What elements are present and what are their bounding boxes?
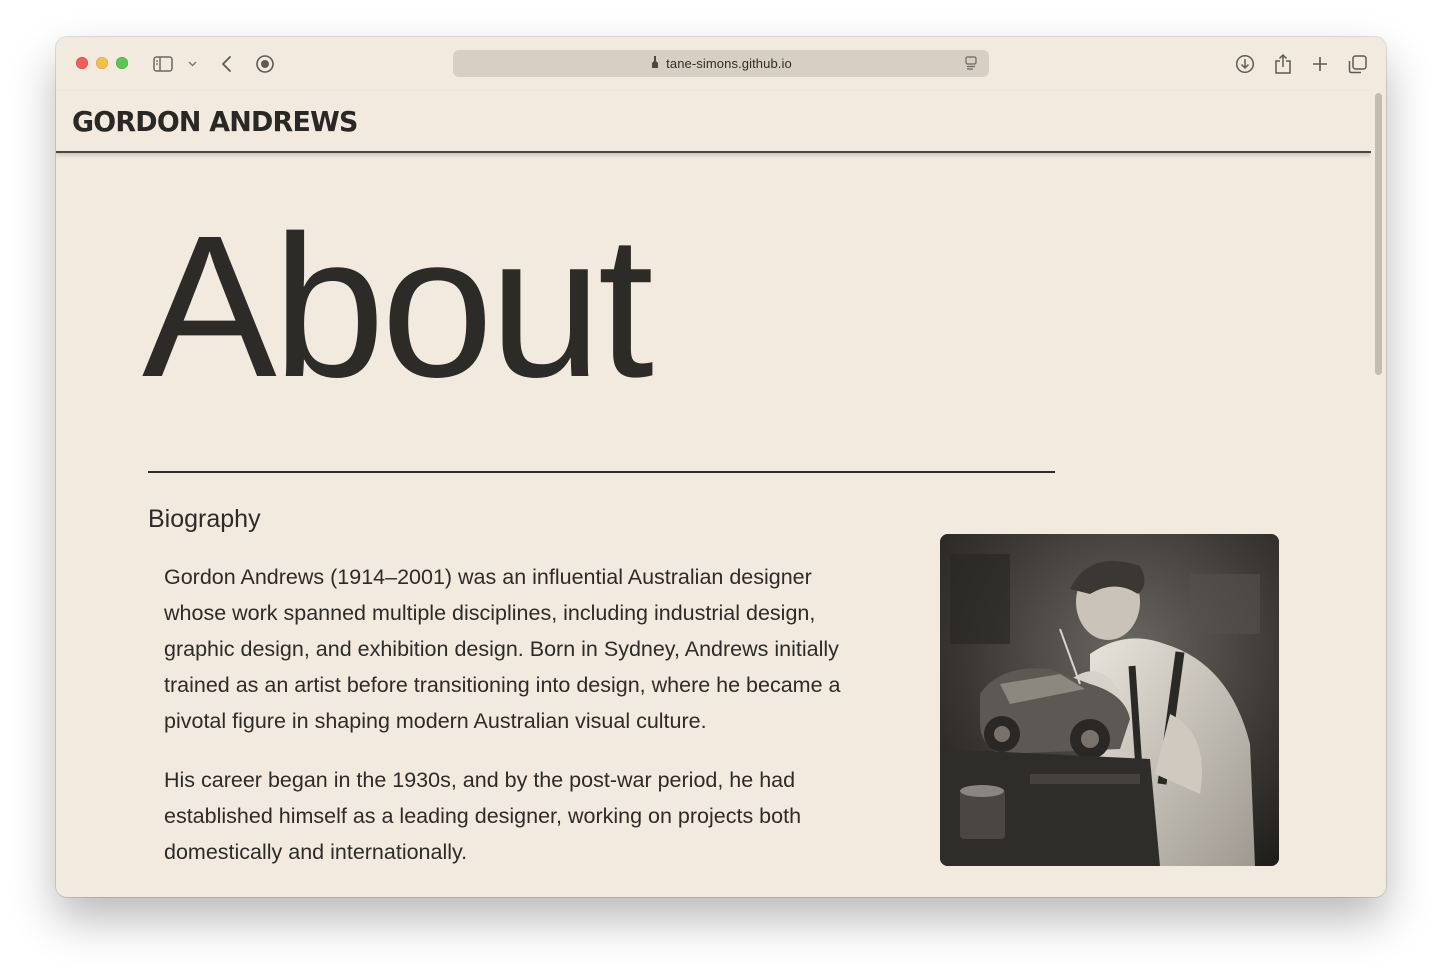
- share-icon[interactable]: [1272, 52, 1294, 76]
- site-brand-link[interactable]: GORDON ANDREWS: [72, 105, 358, 138]
- back-icon[interactable]: [216, 53, 236, 75]
- bio-paragraph: Gordon Andrews (1914–2001) was an influe…: [164, 565, 841, 733]
- sidebar-icon[interactable]: [152, 54, 174, 74]
- browser-toolbar: tane-simons.github.io: [56, 37, 1386, 91]
- biography-text: Gordon Andrews (1914–2001) was an influe…: [164, 559, 864, 893]
- page-content: About Biography Gordon Andrews (1914–200…: [56, 153, 1371, 897]
- privacy-report-icon[interactable]: [254, 53, 276, 75]
- browser-window: tane-simons.github.io GORDON ANDREWS Abo…: [56, 37, 1386, 897]
- bio-paragraph: His career began in the 1930s, and by th…: [164, 768, 802, 864]
- title-divider: [148, 471, 1055, 473]
- address-bar[interactable]: tane-simons.github.io: [453, 50, 989, 77]
- section-heading: Biography: [148, 505, 261, 533]
- page-title: About: [142, 193, 654, 419]
- scrollbar-thumb[interactable]: [1375, 93, 1382, 375]
- minimize-window-button[interactable]: [96, 57, 108, 69]
- download-icon[interactable]: [1234, 53, 1256, 75]
- zoom-window-button[interactable]: [116, 57, 128, 69]
- site-favicon-icon: [650, 55, 660, 72]
- plus-icon[interactable]: [1309, 53, 1331, 75]
- url-text: tane-simons.github.io: [666, 56, 792, 71]
- close-window-button[interactable]: [76, 57, 88, 69]
- chevron-down-icon[interactable]: [185, 57, 199, 71]
- tab-overview-icon[interactable]: [1346, 53, 1368, 75]
- vertical-scrollbar[interactable]: [1371, 91, 1386, 897]
- reader-mode-icon[interactable]: [965, 56, 977, 73]
- portrait-photo: [940, 534, 1279, 866]
- site-header: GORDON ANDREWS: [56, 91, 1371, 153]
